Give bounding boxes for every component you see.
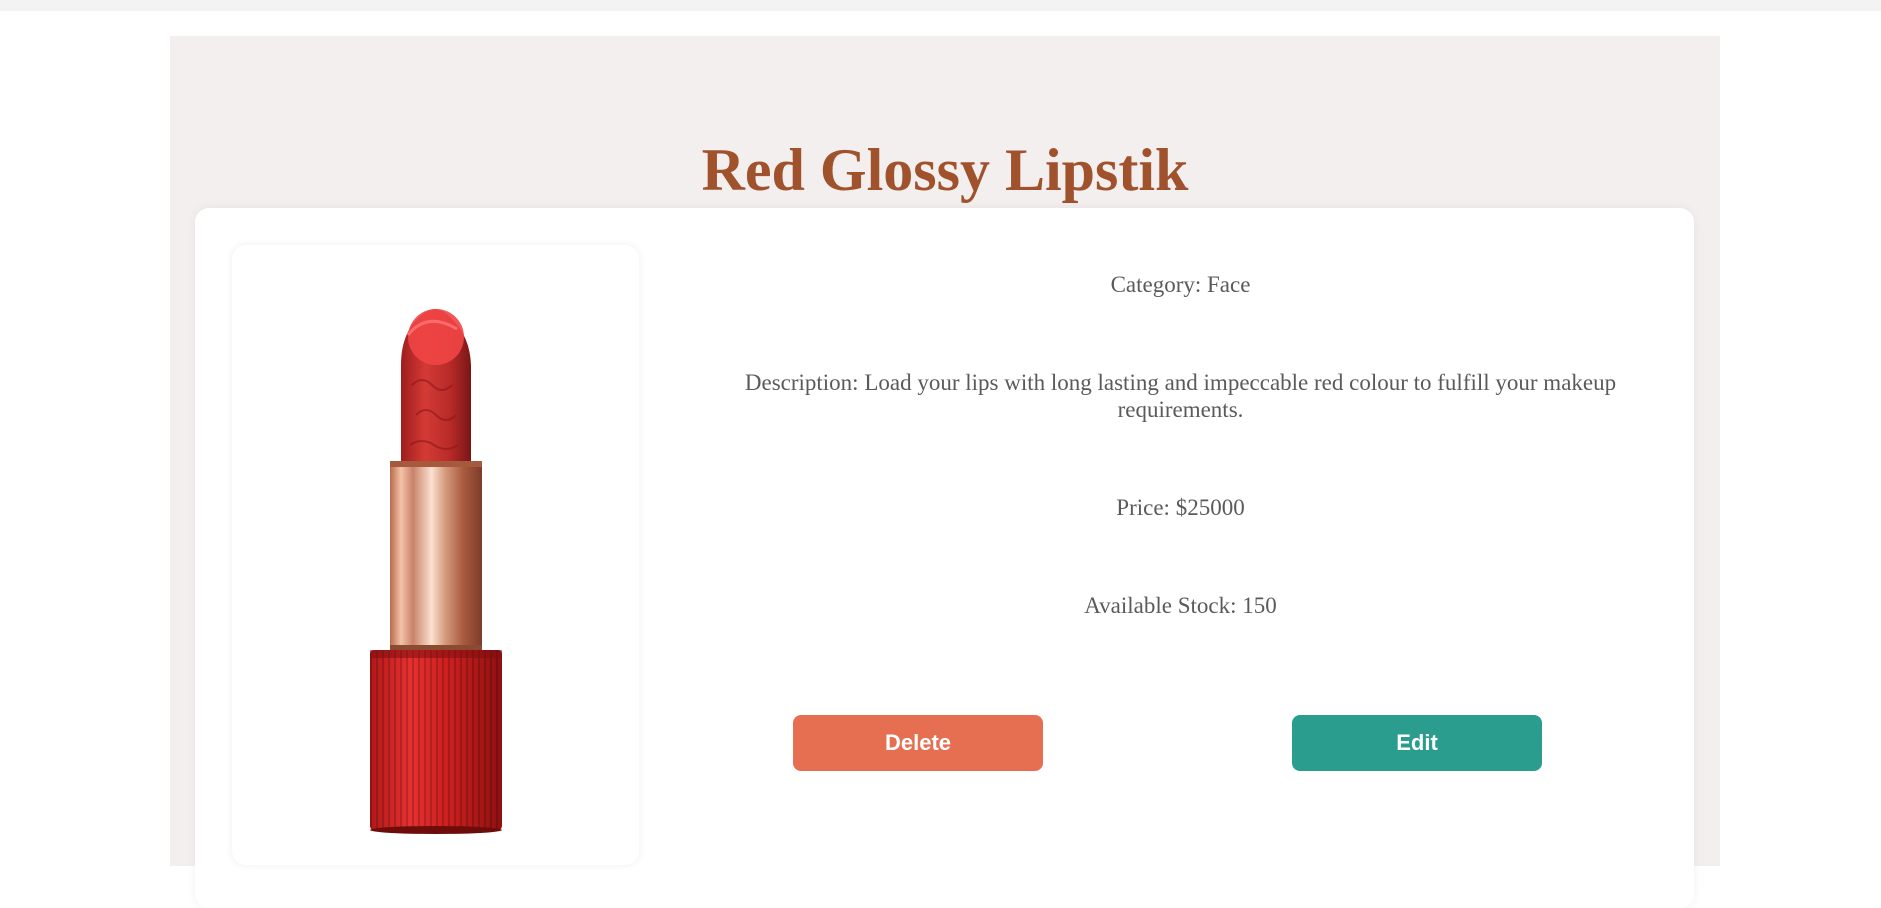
delete-button[interactable]: Delete <box>793 715 1043 771</box>
product-image-frame <box>232 245 639 865</box>
product-card: Category: Face Description: Load your li… <box>195 208 1694 908</box>
lipstick-image <box>370 309 502 834</box>
browser-top-strip <box>0 0 1881 11</box>
product-description: Description: Load your lips with long la… <box>744 370 1617 422</box>
product-stock: Available Stock: 150 <box>1084 593 1277 618</box>
page-title: Red Glossy Lipstik <box>701 137 1189 203</box>
product-detail-page: Red Glossy Lipstik Category: Face Descri… <box>170 36 1720 908</box>
edit-button[interactable]: Edit <box>1292 715 1542 771</box>
product-category: Category: Face <box>1110 272 1251 297</box>
product-price: Price: $25000 <box>1116 495 1245 520</box>
